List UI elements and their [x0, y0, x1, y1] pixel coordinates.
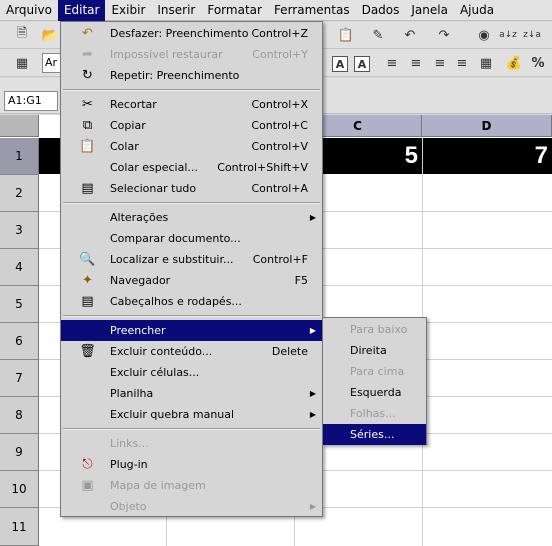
- justify-icon[interactable]: ≡: [452, 53, 472, 73]
- navigator-icon: ✦: [82, 273, 93, 288]
- paste-icon[interactable]: 📋: [336, 25, 356, 45]
- cell-d1[interactable]: 7: [422, 138, 552, 174]
- row-header-2[interactable]: 2: [0, 175, 39, 212]
- menu-item-plugin[interactable]: ⎋ Plug-in: [61, 454, 322, 475]
- edit-menu: ↶ Desfazer: Preenchimento Control+Z ➦ Im…: [60, 21, 323, 517]
- menu-item-headers-footers[interactable]: ▤ Cabeçalhos e rodapés...: [61, 291, 322, 312]
- menu-item-links[interactable]: Links...: [61, 433, 322, 454]
- fill-left[interactable]: Esquerda: [323, 382, 426, 403]
- fill-up[interactable]: Para cima: [323, 361, 426, 382]
- menu-item-select-all[interactable]: ▤ Selecionar tudo Control+A: [61, 178, 322, 199]
- row-header-8[interactable]: 8: [0, 397, 39, 434]
- fill-submenu: Para baixo Direita Para cima Esquerda Fo…: [322, 317, 427, 445]
- menu-item-undo[interactable]: ↶ Desfazer: Preenchimento Control+Z: [61, 23, 322, 44]
- menu-item-image-map[interactable]: ▣ Mapa de imagem: [61, 475, 322, 496]
- menu-item-paste-special[interactable]: Colar especial... Control+Shift+V: [61, 157, 322, 178]
- menu-dados[interactable]: Dados: [356, 0, 406, 21]
- repeat-icon: ↻: [82, 68, 93, 83]
- menu-item-sheet[interactable]: Planilha ▶: [61, 383, 322, 404]
- percent-icon[interactable]: %: [528, 53, 548, 73]
- menu-formatar[interactable]: Formatar: [201, 0, 268, 21]
- fill-down[interactable]: Para baixo: [323, 319, 426, 340]
- image-map-icon: ▣: [81, 478, 94, 493]
- name-box[interactable]: A1:G1: [4, 91, 58, 111]
- menu-item-delete-contents[interactable]: 🗑 Excluir conteúdo... Delete: [61, 341, 322, 362]
- menu-item-delete-cells[interactable]: Excluir células...: [61, 362, 322, 383]
- menu-ferramentas[interactable]: Ferramentas: [268, 0, 356, 21]
- submenu-arrow-icon: ▶: [309, 389, 316, 398]
- undo-icon[interactable]: ↶: [400, 25, 420, 45]
- row-header-1[interactable]: 1: [0, 138, 39, 175]
- find-replace-icon: 🔍: [79, 252, 96, 267]
- row-header-11[interactable]: 11: [0, 508, 39, 546]
- redo-icon: ➦: [82, 47, 93, 62]
- grid-icon[interactable]: ▦: [12, 53, 32, 73]
- open-icon[interactable]: 📂: [40, 25, 60, 45]
- select-all-corner[interactable]: [0, 115, 39, 137]
- new-icon[interactable]: 🗎: [12, 25, 32, 45]
- menu-editar[interactable]: Editar: [57, 0, 106, 21]
- row-header-10[interactable]: 10: [0, 471, 39, 508]
- submenu-arrow-icon: ▶: [309, 213, 316, 222]
- fill-right[interactable]: Direita: [323, 340, 426, 361]
- submenu-arrow-icon: ▶: [309, 410, 316, 419]
- menu-item-delete-manual-break[interactable]: Excluir quebra manual ▶: [61, 404, 322, 425]
- align-left-icon[interactable]: ≡: [382, 53, 402, 73]
- row-header-3[interactable]: 3: [0, 212, 39, 249]
- submenu-arrow-icon: ▶: [309, 326, 316, 335]
- trash-icon: 🗑: [79, 344, 96, 359]
- menu-item-paste[interactable]: 📋 Colar Control+V: [61, 136, 322, 157]
- row-header-5[interactable]: 5: [0, 286, 39, 323]
- menu-bar: Arquivo Editar Exibir Inserir Formatar F…: [0, 0, 552, 21]
- menu-ajuda[interactable]: Ajuda: [454, 0, 500, 21]
- menu-inserir[interactable]: Inserir: [151, 0, 201, 21]
- menu-item-navigator[interactable]: ✦ Navegador F5: [61, 270, 322, 291]
- fill-sheets[interactable]: Folhas...: [323, 403, 426, 424]
- sort-ascending-icon[interactable]: a↓z: [498, 25, 518, 45]
- menu-item-find-replace[interactable]: 🔍 Localizar e substituir... Control+F: [61, 249, 322, 270]
- menu-janela[interactable]: Janela: [405, 0, 454, 21]
- menu-item-repeat[interactable]: ↻ Repetir: Preenchimento: [61, 65, 322, 86]
- merge-cells-icon[interactable]: ▦: [476, 53, 496, 73]
- scissors-icon: ✂: [82, 97, 93, 112]
- sort-descending-icon[interactable]: z↓a: [522, 25, 542, 45]
- paste-icon: 📋: [79, 139, 96, 154]
- row-header-7[interactable]: 7: [0, 360, 39, 397]
- select-all-icon: ▤: [81, 181, 94, 196]
- row-header-4[interactable]: 4: [0, 249, 39, 286]
- redo-icon[interactable]: ↷: [434, 25, 454, 45]
- currency-icon[interactable]: 💰: [504, 53, 524, 73]
- underline-icon[interactable]: A: [330, 54, 350, 74]
- menu-item-redo[interactable]: ➦ Impossível restaurar Control+Y: [61, 44, 322, 65]
- copy-icon: ⧉: [82, 118, 93, 133]
- font-name-box[interactable]: Ar: [42, 53, 62, 73]
- shadow-icon[interactable]: A: [352, 54, 372, 74]
- submenu-arrow-icon: ▶: [309, 502, 316, 511]
- column-header-d[interactable]: D: [422, 115, 552, 137]
- row-header-6[interactable]: 6: [0, 323, 39, 360]
- menu-item-compare-document[interactable]: Comparar documento...: [61, 228, 322, 249]
- align-center-icon[interactable]: ≡: [406, 53, 426, 73]
- undo-icon: ↶: [82, 26, 93, 41]
- menu-item-fill[interactable]: Preencher ▶: [61, 320, 322, 341]
- align-right-icon[interactable]: ≡: [430, 53, 450, 73]
- headers-footers-icon: ▤: [81, 294, 94, 309]
- row-header-9[interactable]: 9: [0, 434, 39, 471]
- menu-item-changes[interactable]: Alterações ▶: [61, 207, 322, 228]
- navigator-icon[interactable]: ◉: [474, 25, 494, 45]
- menu-item-object[interactable]: Objeto ▶: [61, 496, 322, 517]
- menu-exibir[interactable]: Exibir: [105, 0, 151, 21]
- menu-item-cut[interactable]: ✂ Recortar Control+X: [61, 94, 322, 115]
- fill-series[interactable]: Séries...: [323, 424, 426, 445]
- plugin-icon: ⎋: [82, 457, 93, 472]
- format-paintbrush-icon[interactable]: ✎: [368, 25, 388, 45]
- menu-item-copy[interactable]: ⧉ Copiar Control+C: [61, 115, 322, 136]
- menu-arquivo[interactable]: Arquivo: [0, 0, 58, 21]
